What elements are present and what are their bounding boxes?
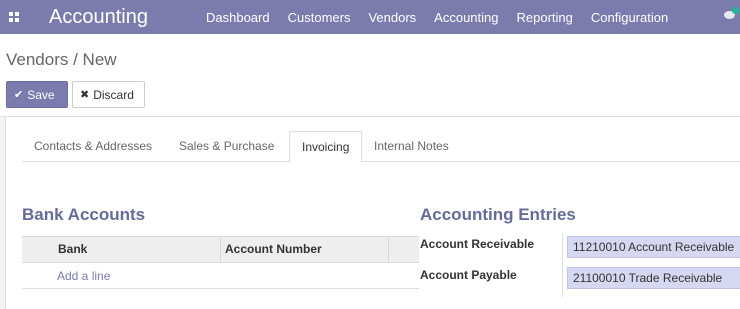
top-navbar: Accounting Dashboard Customers Vendors A… [0,0,740,34]
chat-status-dot [732,7,739,14]
account-payable-field[interactable]: 21100010 Trade Receivable [567,267,740,289]
control-panel-divider [0,116,740,117]
tab-contacts-addresses[interactable]: Contacts & Addresses [22,131,164,162]
account-receivable-field[interactable]: 11210010 Account Receivable [567,236,740,258]
bank-accounts-table: Bank Account Number Add a line [22,236,419,289]
tab-sales-purchase[interactable]: Sales & Purchase [167,131,286,162]
add-line-row: Add a line [22,263,419,289]
breadcrumb: Vendors / New [6,50,117,69]
chat-icon[interactable] [724,7,739,20]
column-bank[interactable]: Bank [58,237,87,262]
save-button[interactable]: ✔ Save [6,81,68,108]
menu-item-reporting[interactable]: Reporting [517,10,573,25]
bank-accounts-heading: Bank Accounts [22,205,146,224]
menu-item-configuration[interactable]: Configuration [591,10,668,25]
close-icon: ✖ [80,89,90,101]
menu-item-dashboard[interactable]: Dashboard [206,10,270,25]
menu-item-accounting[interactable]: Accounting [434,10,498,25]
field-label-divider [562,233,563,297]
account-payable-label: Account Payable [420,268,517,282]
column-account-number[interactable]: Account Number [225,237,322,262]
menu-item-vendors[interactable]: Vendors [368,10,416,25]
sheet-left-margin [0,117,6,309]
account-receivable-label: Account Receivable [420,237,535,251]
column-separator [388,237,389,262]
discard-button-label: Discard [93,87,134,102]
discard-button[interactable]: ✖ Discard [72,81,145,108]
accounting-entries-heading: Accounting Entries [420,205,576,224]
notebook-tabs: Contacts & Addresses Sales & Purchase In… [22,131,740,163]
tab-invoicing[interactable]: Invoicing [289,131,363,163]
add-line-link[interactable]: Add a line [57,269,110,283]
save-button-label: Save [27,87,55,102]
main-menu: Dashboard Customers Vendors Accounting R… [197,0,677,34]
check-icon: ✔ [14,89,24,101]
app-brand[interactable]: Accounting [49,4,148,30]
table-header: Bank Account Number [22,236,419,263]
apps-grid-icon[interactable] [9,12,19,22]
column-separator [220,237,221,262]
menu-item-customers[interactable]: Customers [288,10,351,25]
tab-internal-notes[interactable]: Internal Notes [362,131,461,162]
